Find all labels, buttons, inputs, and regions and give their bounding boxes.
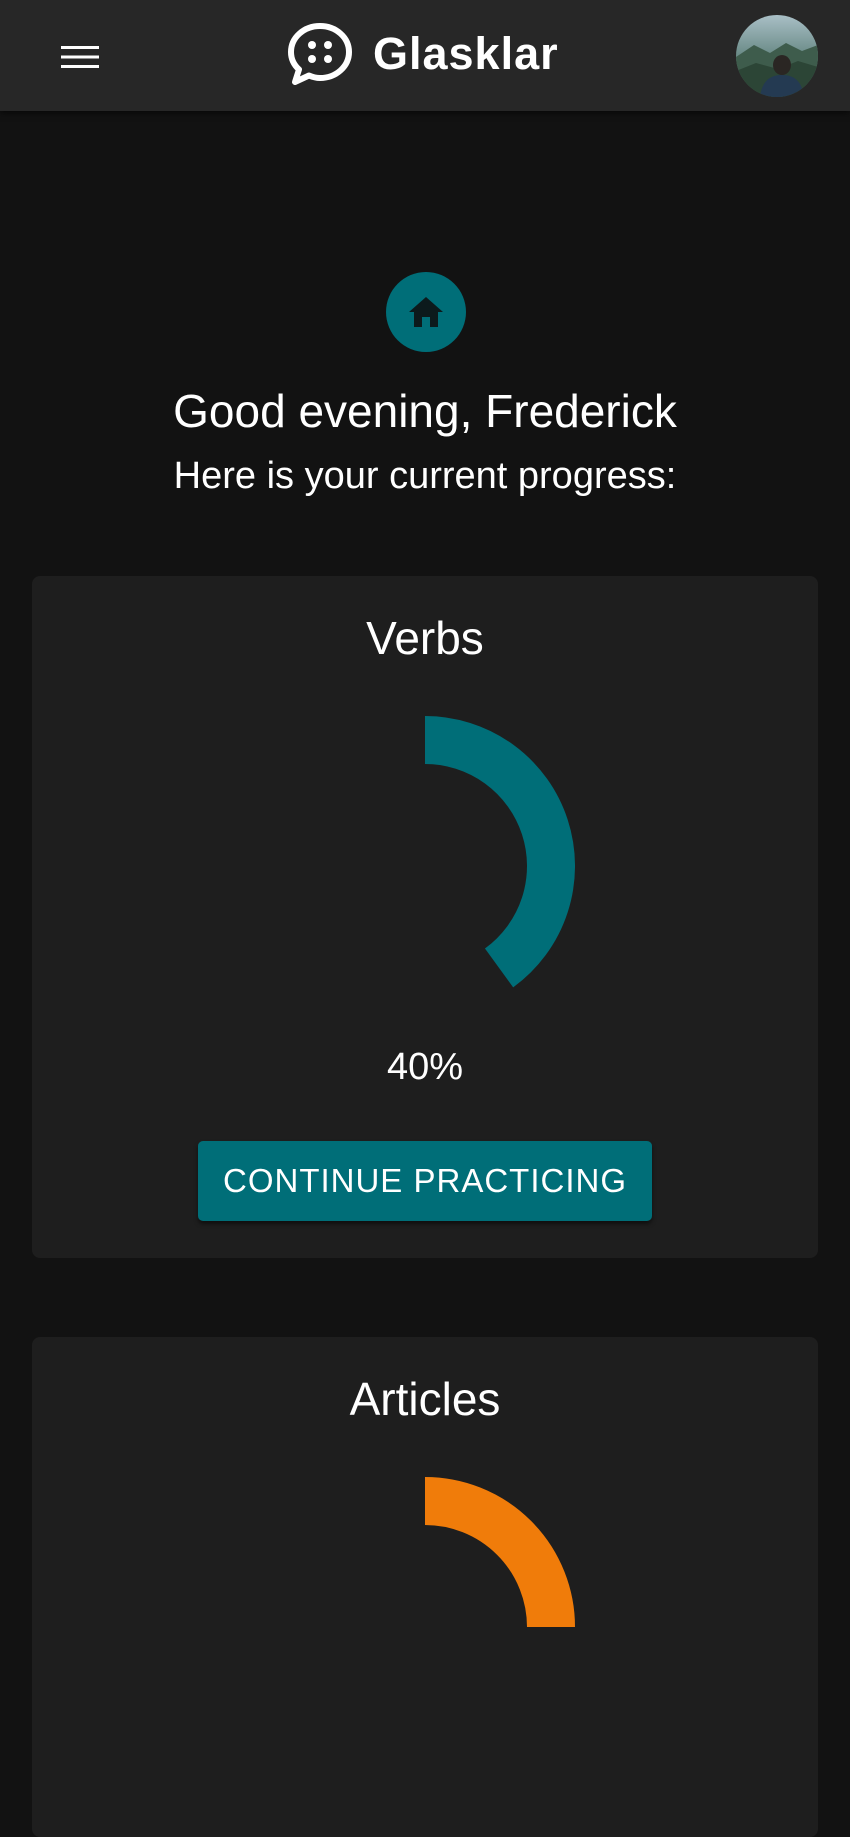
progress-arc — [424, 716, 575, 988]
card-title: Verbs — [366, 612, 484, 664]
menu-button[interactable] — [44, 29, 116, 85]
progress-ring — [424, 1477, 575, 1628]
avatar-photo — [736, 15, 818, 97]
continue-practicing-button[interactable]: CONTINUE PRACTICING — [198, 1141, 652, 1221]
progress-card-verbs: Verbs 40% CONTINUE PRACTICING — [32, 576, 818, 1258]
progress-subtitle: Here is your current progress: — [173, 455, 677, 497]
progress-ring — [424, 716, 575, 988]
greeting-title: Good evening, Frederick — [173, 385, 677, 437]
progress-card-articles: Articles — [32, 1337, 818, 1837]
home-icon — [409, 297, 443, 327]
main-content: Good evening, Frederick Here is your cur… — [0, 111, 850, 1837]
home-badge — [386, 272, 466, 352]
hamburger-menu-icon — [61, 46, 99, 68]
app-name: Glasklar — [373, 28, 559, 79]
brand-logo[interactable]: Glasklar — [287, 22, 559, 86]
app-bar: Glasklar — [0, 0, 850, 111]
card-title: Articles — [349, 1373, 501, 1425]
progress-arc — [424, 1477, 575, 1628]
progress-percent: 40% — [386, 1046, 464, 1088]
chat-bubble-logo-icon — [288, 23, 352, 85]
user-avatar[interactable] — [736, 15, 818, 97]
